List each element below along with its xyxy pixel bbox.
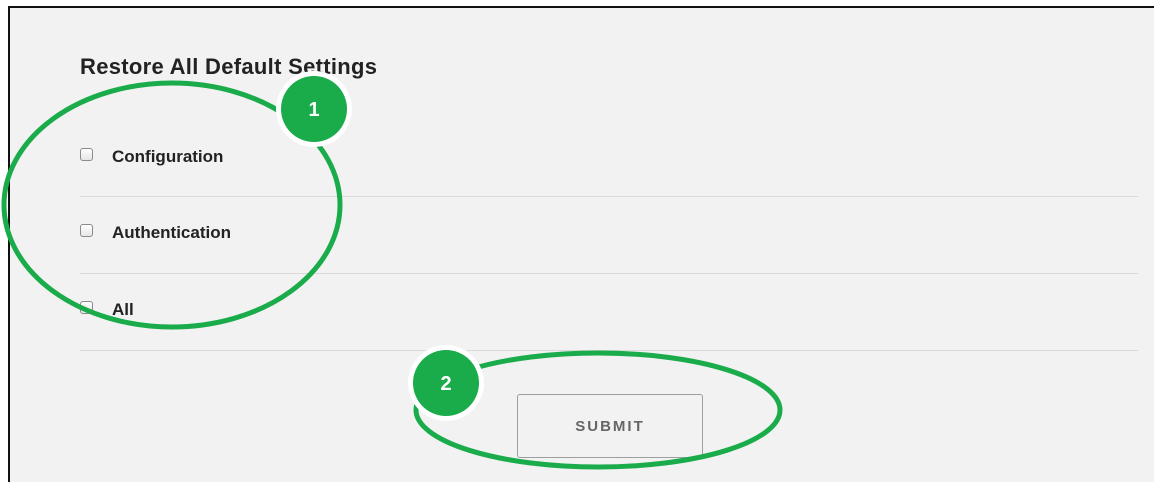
option-authentication[interactable]: Authentication xyxy=(80,220,231,242)
page-title: Restore All Default Settings xyxy=(80,54,378,79)
restore-defaults-panel: Restore All Default Settings Configurati… xyxy=(8,6,1154,482)
authentication-checkbox[interactable] xyxy=(80,223,93,237)
all-label: All xyxy=(112,300,134,319)
configuration-label: Configuration xyxy=(112,147,224,166)
submit-button[interactable]: SUBMIT xyxy=(517,394,703,458)
all-checkbox[interactable] xyxy=(80,300,93,314)
divider xyxy=(80,196,1138,197)
option-all[interactable]: All xyxy=(80,297,134,319)
configuration-checkbox[interactable] xyxy=(80,147,93,161)
divider xyxy=(80,350,1138,351)
option-configuration[interactable]: Configuration xyxy=(80,144,224,166)
divider xyxy=(80,273,1138,274)
authentication-label: Authentication xyxy=(112,223,231,242)
